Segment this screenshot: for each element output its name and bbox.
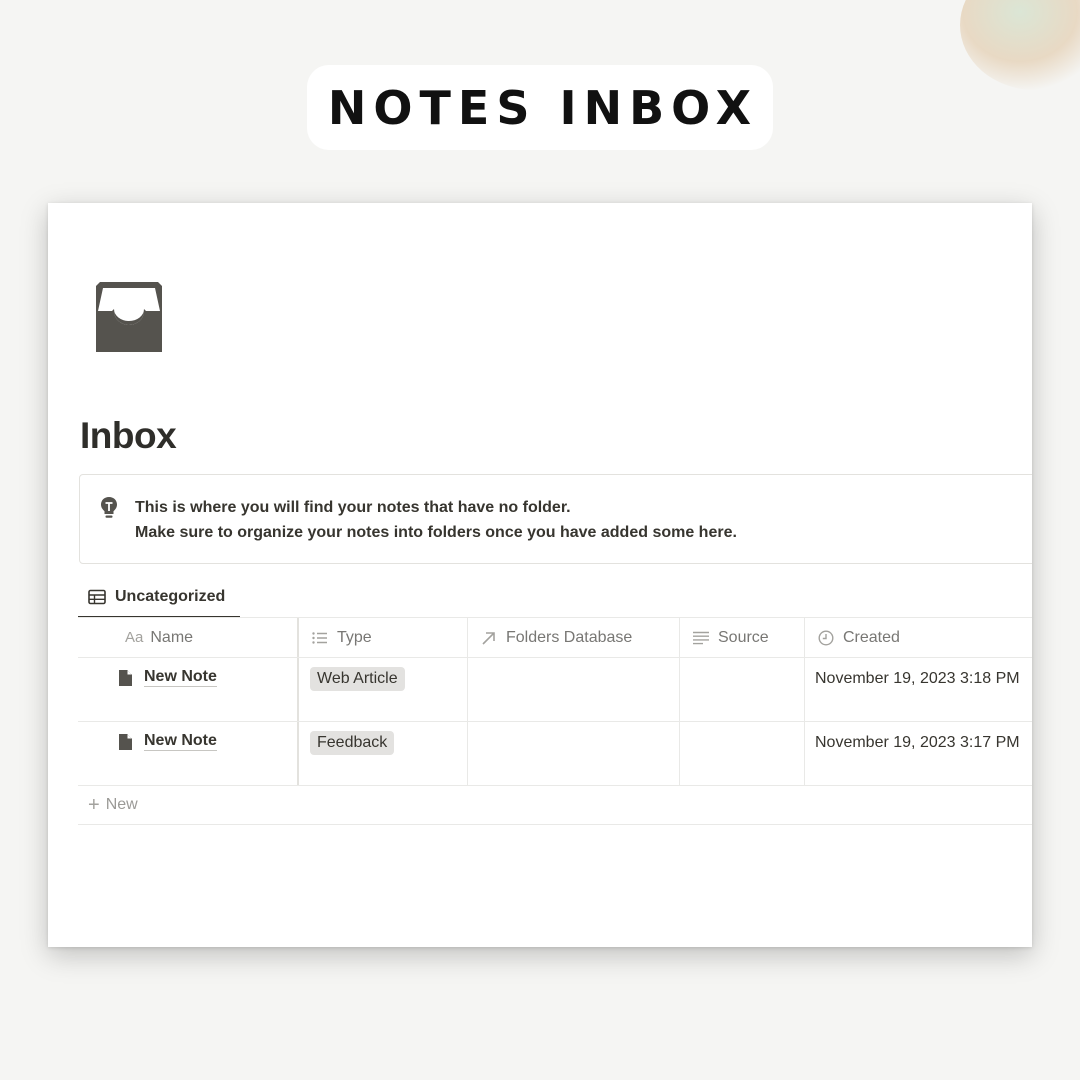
table-header-row: Aa Name Type Folders Database Source Cre… <box>78 618 1032 658</box>
tab-uncategorized[interactable]: Uncategorized <box>78 578 240 618</box>
type-tag: Feedback <box>310 731 395 755</box>
note-title-link[interactable]: New Note <box>144 668 217 687</box>
hero-banner: NOTES INBOX <box>307 65 773 150</box>
title-aa-icon: Aa <box>125 629 144 646</box>
text-lines-icon <box>693 631 709 644</box>
tab-label: Uncategorized <box>115 588 226 605</box>
callout-line-1: This is where you will find your notes t… <box>135 499 571 516</box>
column-header-folders-database[interactable]: Folders Database <box>468 618 680 657</box>
table-row[interactable]: New Note Feedback November 19, 2023 3:17… <box>78 722 1032 786</box>
decorative-plant-corner <box>960 0 1080 90</box>
column-header-label: Source <box>718 628 769 646</box>
new-row-button[interactable]: + New <box>78 786 1032 825</box>
notion-page-card: Inbox This is where you will find your n… <box>48 203 1032 947</box>
note-title-link[interactable]: New Note <box>144 732 217 751</box>
page-title: Inbox <box>80 415 177 456</box>
name-cell[interactable]: New Note <box>78 658 299 721</box>
database-table: Aa Name Type Folders Database Source Cre… <box>78 618 1032 825</box>
column-header-source[interactable]: Source <box>680 618 805 657</box>
table-icon <box>88 589 106 605</box>
callout-text: This is where you will find your notes t… <box>135 495 737 545</box>
type-cell[interactable]: Web Article <box>299 658 468 721</box>
type-cell[interactable]: Feedback <box>299 722 468 785</box>
source-cell[interactable] <box>680 722 805 785</box>
folders-cell[interactable] <box>468 722 680 785</box>
inbox-tray-icon[interactable] <box>92 278 166 352</box>
column-header-created[interactable]: Created <box>805 618 1032 657</box>
column-header-label: Folders Database <box>506 628 633 646</box>
document-icon <box>119 670 132 686</box>
list-icon <box>312 631 327 644</box>
relation-arrow-icon <box>482 631 495 645</box>
hero-title: NOTES INBOX <box>327 80 759 135</box>
plus-icon: + <box>88 794 100 816</box>
clock-icon <box>818 629 834 646</box>
callout-line-2: Make sure to organize your notes into fo… <box>135 524 737 541</box>
new-row-label: New <box>105 796 138 813</box>
lightbulb-icon <box>101 497 117 518</box>
created-cell: November 19, 2023 3:17 PM <box>815 734 1020 751</box>
column-header-label: Name <box>150 628 194 646</box>
column-header-type[interactable]: Type <box>299 618 468 657</box>
column-header-name[interactable]: Aa Name <box>78 618 299 657</box>
folders-cell[interactable] <box>468 658 680 721</box>
column-header-label: Type <box>337 628 372 646</box>
table-row[interactable]: New Note Web Article November 19, 2023 3… <box>78 658 1032 722</box>
type-tag: Web Article <box>310 667 405 691</box>
callout-block: This is where you will find your notes t… <box>79 474 1032 564</box>
created-cell: November 19, 2023 3:18 PM <box>815 670 1020 687</box>
column-header-label: Created <box>843 628 900 646</box>
name-cell[interactable]: New Note <box>78 722 299 785</box>
source-cell[interactable] <box>680 658 805 721</box>
document-icon <box>119 734 132 750</box>
